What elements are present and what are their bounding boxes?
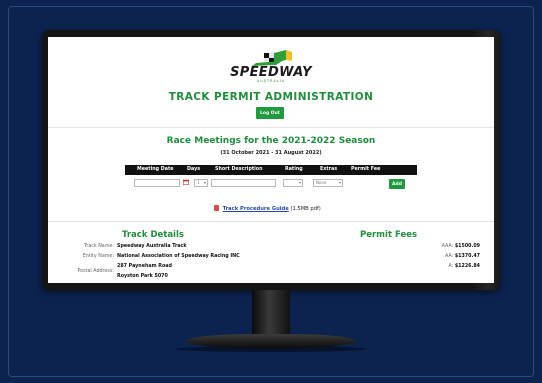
fee-label-aa: AA: xyxy=(445,254,454,259)
divider xyxy=(48,127,494,128)
speedway-logo: SPEEDWAY AUSTRALIA xyxy=(226,49,316,85)
column-extras: Extras xyxy=(320,167,338,172)
postal-address-label: Postal Address: xyxy=(77,269,114,274)
logo-subtext: AUSTRALIA xyxy=(256,79,286,83)
track-name-value: Speedway Australia Track xyxy=(117,244,187,249)
entity-name-label: Entity Name: xyxy=(82,254,114,259)
table-header: Meeting Date Days Short Description Rati… xyxy=(125,165,417,175)
logout-button[interactable]: Log Out xyxy=(256,107,284,119)
logo-text: SPEEDWAY xyxy=(230,65,312,80)
column-permit-fee: Permit Fee xyxy=(351,167,381,172)
fee-row-aaa: AAA: $1500.09 xyxy=(442,244,480,249)
column-rating: Rating xyxy=(285,167,303,172)
add-button[interactable]: Add xyxy=(389,179,405,189)
pdf-icon xyxy=(214,205,219,211)
fee-row-aa: AA: $1370.47 xyxy=(445,254,480,259)
extras-select[interactable]: None ▾ xyxy=(313,179,343,187)
calendar-icon[interactable] xyxy=(183,179,189,185)
extras-select-value: None xyxy=(316,180,327,185)
track-guide: Track Procedure Guide (1.5MB pdf) xyxy=(214,205,321,212)
column-meeting-date: Meeting Date xyxy=(137,167,174,172)
track-name-label: Track Name: xyxy=(84,244,114,249)
column-short-description: Short Description xyxy=(215,167,263,172)
column-days: Days xyxy=(187,167,201,172)
screen: SPEEDWAY AUSTRALIA TRACK PERMIT ADMINIST… xyxy=(48,37,494,283)
rating-select[interactable]: ▾ xyxy=(283,179,303,187)
postal-address-line-2: Royston Park 5070 xyxy=(117,274,168,279)
divider xyxy=(48,221,494,222)
track-details-heading: Track Details xyxy=(122,230,184,240)
chevron-down-icon: ▾ xyxy=(338,180,341,185)
fee-value-a: $1226.84 xyxy=(454,264,480,269)
days-select[interactable]: 1 ▾ xyxy=(194,179,208,187)
entity-name-value: National Association of Speedway Racing … xyxy=(117,254,240,259)
guide-size: (1.5MB pdf) xyxy=(290,206,321,212)
monitor-stand-neck xyxy=(252,290,290,338)
season-range: (31 October 2021 - 31 August 2022) xyxy=(220,150,322,156)
season-title: Race Meetings for the 2021-2022 Season xyxy=(166,136,376,146)
fee-value-aa: $1370.47 xyxy=(454,254,480,259)
track-procedure-guide-link[interactable]: Track Procedure Guide xyxy=(223,206,289,212)
permit-fees-heading: Permit Fees xyxy=(360,230,418,240)
chevron-down-icon: ▾ xyxy=(298,180,301,185)
fee-row-a: A: $1226.84 xyxy=(448,264,480,269)
monitor-stand-base xyxy=(186,334,356,348)
fee-value-aaa: $1500.09 xyxy=(454,244,480,249)
meeting-date-input[interactable] xyxy=(134,179,180,187)
fee-label-a: A: xyxy=(448,264,454,269)
page-title: TRACK PERMIT ADMINISTRATION xyxy=(168,91,374,103)
postal-address-line-1: 287 Payneham Road xyxy=(117,264,172,269)
fee-label-aaa: AAA: xyxy=(441,244,454,249)
short-description-input[interactable] xyxy=(211,179,276,187)
days-select-value: 1 xyxy=(197,180,200,185)
chevron-down-icon: ▾ xyxy=(203,180,206,185)
